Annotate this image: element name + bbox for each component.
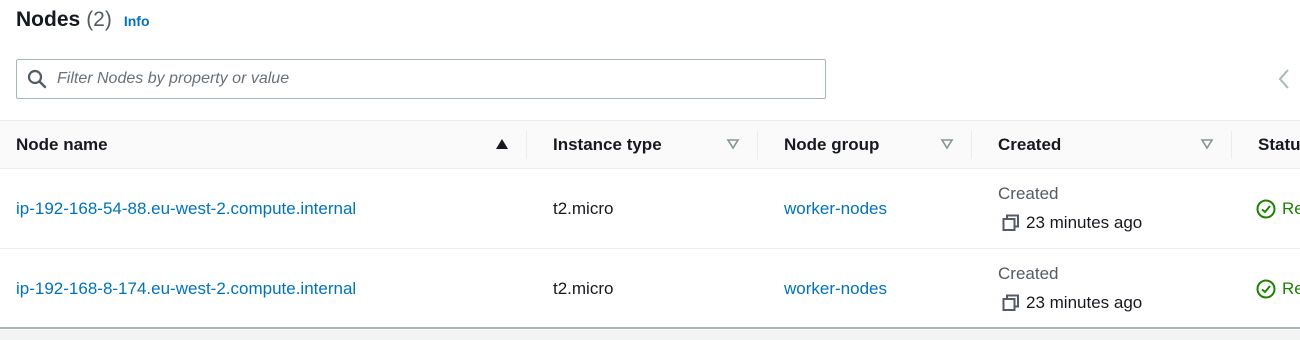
sort-caret-down-icon[interactable] xyxy=(940,138,954,150)
panel-header: Nodes (2) Info xyxy=(16,8,150,38)
created-time: 23 minutes ago xyxy=(1002,293,1142,313)
chevron-left-icon xyxy=(1278,69,1289,89)
page-title: Nodes xyxy=(16,8,81,31)
check-circle-icon xyxy=(1256,199,1276,219)
column-header-created[interactable]: Created xyxy=(998,121,1061,169)
node-group-link[interactable]: worker-nodes xyxy=(784,199,887,219)
created-label: Created xyxy=(998,264,1059,283)
column-divider[interactable] xyxy=(526,131,527,159)
copy-icon xyxy=(1002,214,1019,231)
column-header-status[interactable]: Statu xyxy=(1258,121,1300,169)
column-label: Node group xyxy=(784,135,880,154)
search-icon xyxy=(27,69,47,89)
instance-type: t2.micro xyxy=(553,279,614,298)
sort-caret-down-icon[interactable] xyxy=(726,138,740,150)
status-badge: Re xyxy=(1256,199,1300,219)
created-label: Created xyxy=(998,184,1059,203)
info-link[interactable]: Info xyxy=(124,13,150,29)
column-header-node-name[interactable]: Node name xyxy=(16,121,108,169)
copy-icon xyxy=(1002,294,1019,311)
sort-ascending-icon[interactable] xyxy=(495,138,509,150)
column-divider[interactable] xyxy=(757,131,758,159)
column-header-node-group[interactable]: Node group xyxy=(784,121,879,169)
filter-box[interactable] xyxy=(16,59,826,99)
node-name-link[interactable]: ip-192-168-8-174.eu-west-2.compute.inter… xyxy=(16,279,356,299)
created-time-text: 23 minutes ago xyxy=(1026,293,1143,312)
column-divider[interactable] xyxy=(971,131,972,159)
table-row: ip-192-168-8-174.eu-west-2.compute.inter… xyxy=(0,249,1300,329)
nodes-table: Node name Instance type Node group Creat… xyxy=(0,120,1300,329)
status-badge: Re xyxy=(1256,279,1300,299)
check-circle-icon xyxy=(1256,279,1276,299)
node-count: (2) xyxy=(86,8,112,31)
table-row: ip-192-168-54-88.eu-west-2.compute.inter… xyxy=(0,169,1300,249)
previous-page-button[interactable] xyxy=(1272,66,1296,92)
column-label: Node name xyxy=(16,135,108,154)
instance-type: t2.micro xyxy=(553,199,614,218)
sort-caret-down-icon[interactable] xyxy=(1200,138,1214,150)
column-divider[interactable] xyxy=(1231,131,1232,159)
filter-input[interactable] xyxy=(57,70,797,88)
footer-background xyxy=(0,330,1300,340)
nodes-panel: Nodes (2) Info Node name Instance type xyxy=(0,0,1300,340)
table-header: Node name Instance type Node group Creat… xyxy=(0,120,1300,169)
status-text: Re xyxy=(1282,199,1300,218)
created-time-text: 23 minutes ago xyxy=(1026,213,1143,232)
column-label: Instance type xyxy=(553,135,662,154)
node-name-link[interactable]: ip-192-168-54-88.eu-west-2.compute.inter… xyxy=(16,199,356,219)
column-header-instance-type[interactable]: Instance type xyxy=(553,121,662,169)
column-label: Statu xyxy=(1258,135,1300,154)
column-label: Created xyxy=(998,135,1062,154)
node-group-link[interactable]: worker-nodes xyxy=(784,279,887,299)
status-text: Re xyxy=(1282,279,1300,298)
created-time: 23 minutes ago xyxy=(1002,213,1142,233)
